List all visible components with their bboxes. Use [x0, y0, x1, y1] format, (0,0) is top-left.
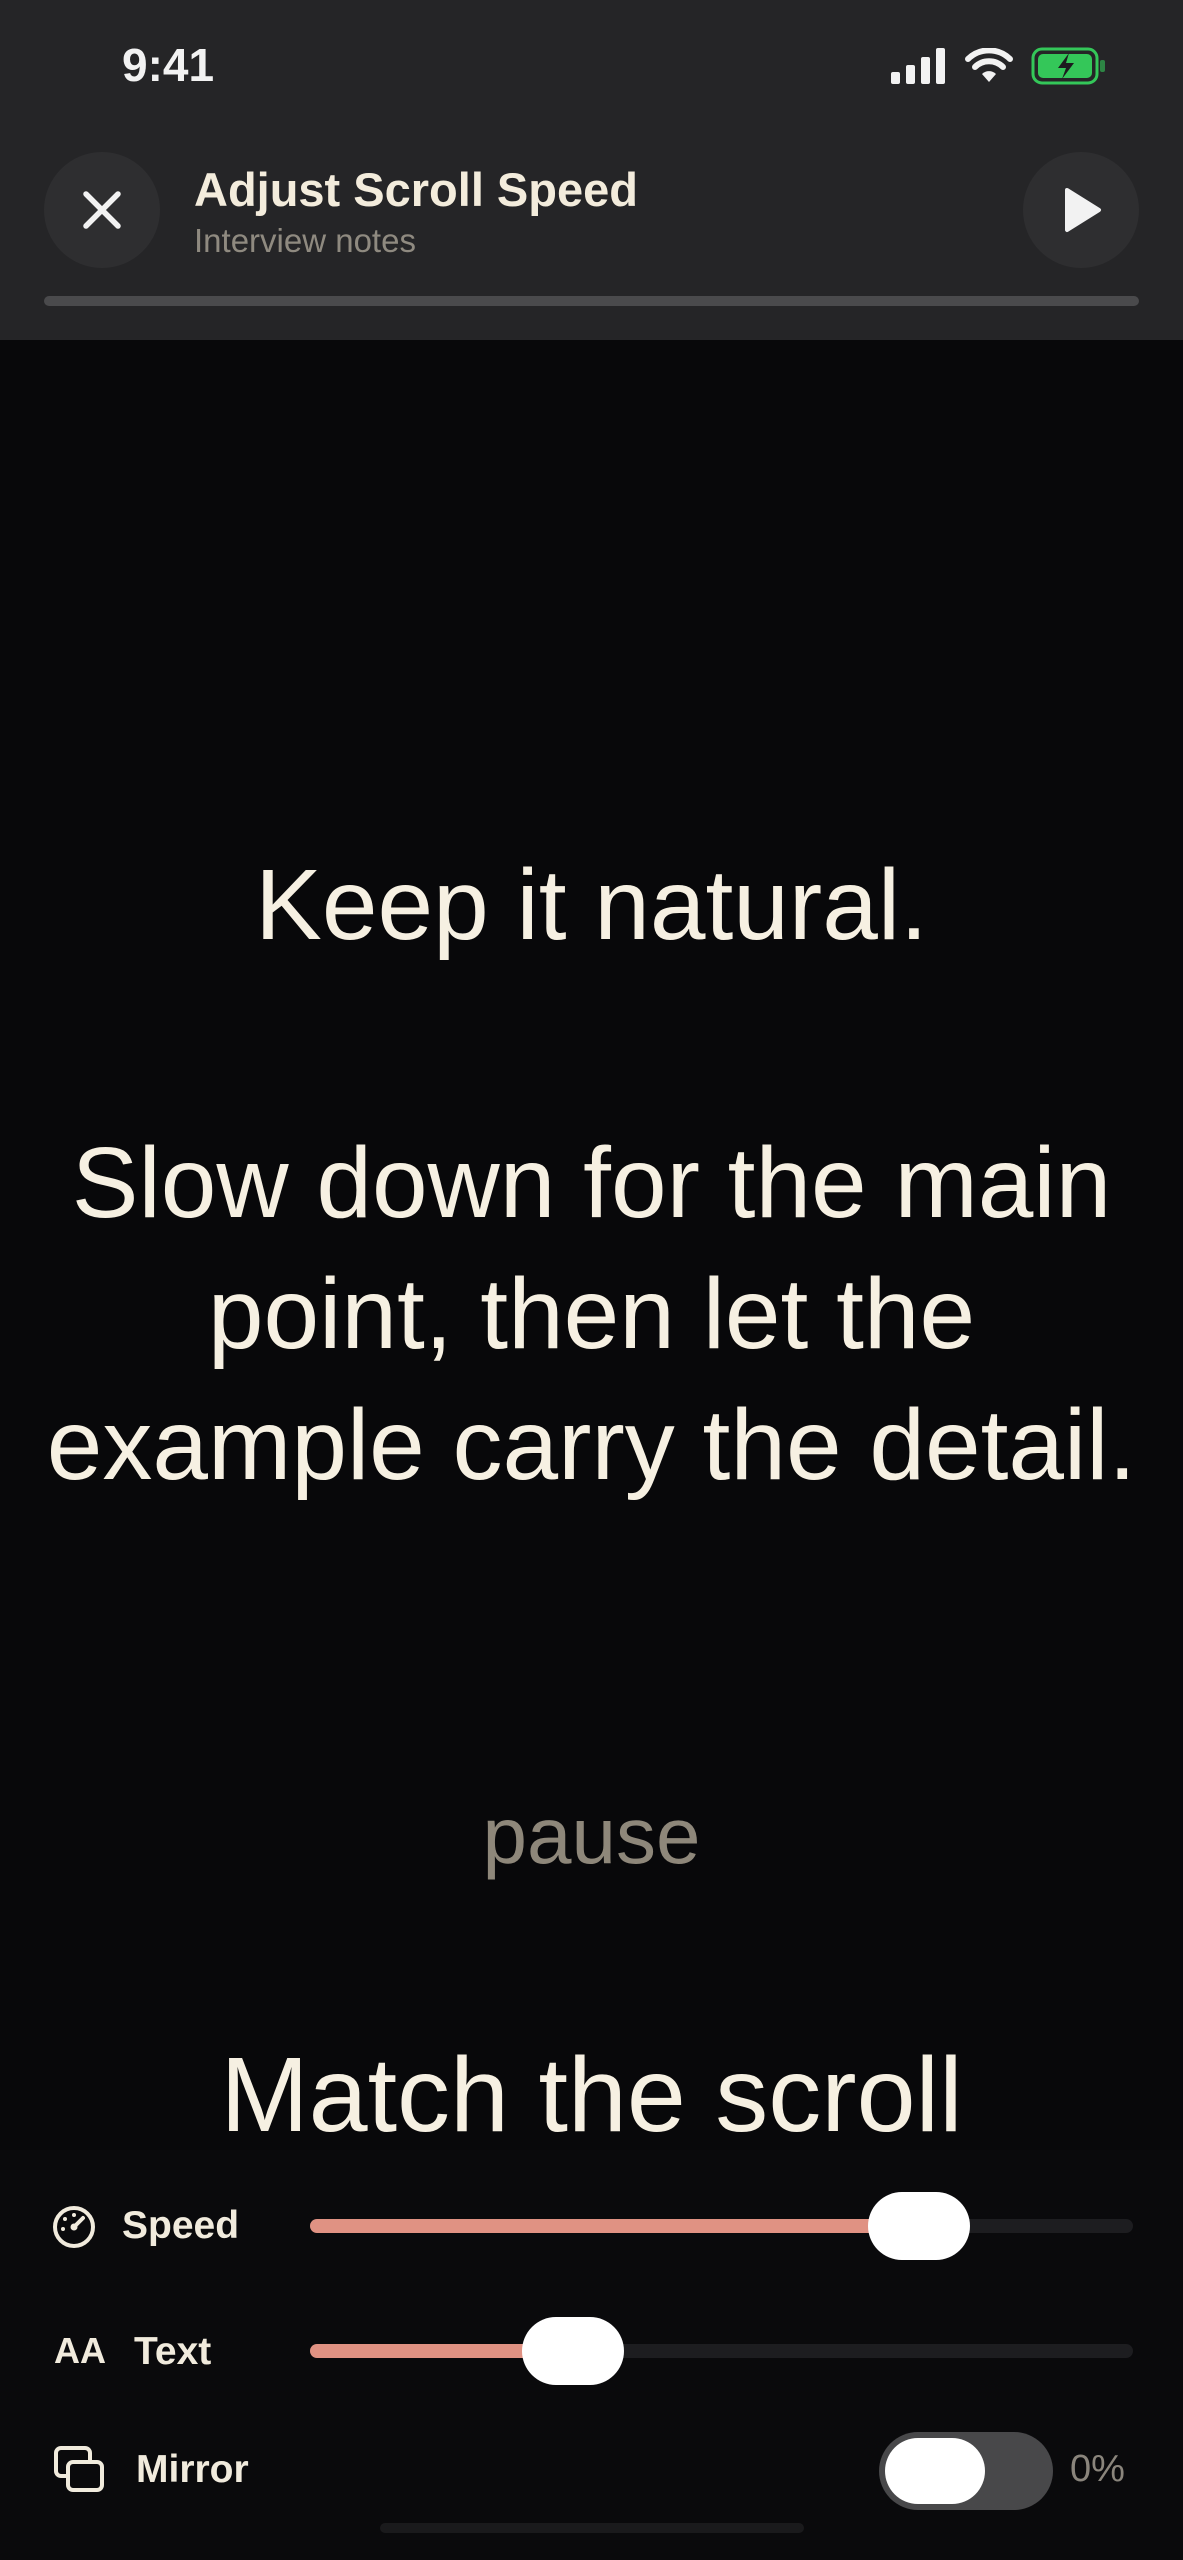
page-subtitle: Interview notes [194, 222, 416, 259]
script-line-3: Match the scroll [220, 2036, 963, 2154]
battery-charging-icon [1031, 47, 1105, 85]
script-line-1: Keep it natural. [255, 849, 928, 961]
script-line-2: Slow down for the main point, then let t… [46, 1127, 1137, 1501]
text-size-slider-thumb[interactable] [522, 2317, 625, 2385]
text-size-slider[interactable] [310, 2317, 1133, 2385]
status-time: 9:41 [122, 39, 215, 91]
mirror-toggle[interactable] [879, 2432, 1053, 2510]
status-icons [891, 46, 1107, 86]
speedometer-icon [53, 2206, 95, 2248]
text-label: Text [134, 2330, 212, 2373]
top-bar: 9:41 Adjust Scroll Speed Interview notes [0, 0, 1183, 340]
play-button[interactable] [1023, 152, 1139, 268]
speed-label: Speed [122, 2204, 240, 2247]
speed-slider-fill [310, 2219, 920, 2233]
wifi-icon [965, 48, 1013, 82]
mirror-toggle-knob [885, 2438, 985, 2504]
close-icon [83, 191, 121, 229]
play-icon [1065, 188, 1101, 232]
text-size-icon: AA [54, 2330, 106, 2371]
script-cue-pause: pause [482, 1791, 701, 1880]
speed-slider-thumb[interactable] [868, 2192, 971, 2260]
script-progress-bar [44, 296, 1139, 306]
mirror-value: 0% [1070, 2448, 1125, 2490]
page-title: Adjust Scroll Speed [194, 163, 638, 216]
cellular-signal-icon [891, 48, 945, 84]
mirror-icon [54, 2446, 104, 2492]
close-button[interactable] [44, 152, 160, 268]
speed-slider[interactable] [310, 2192, 1133, 2260]
mirror-label: Mirror [136, 2448, 249, 2491]
home-indicator [380, 2523, 804, 2533]
